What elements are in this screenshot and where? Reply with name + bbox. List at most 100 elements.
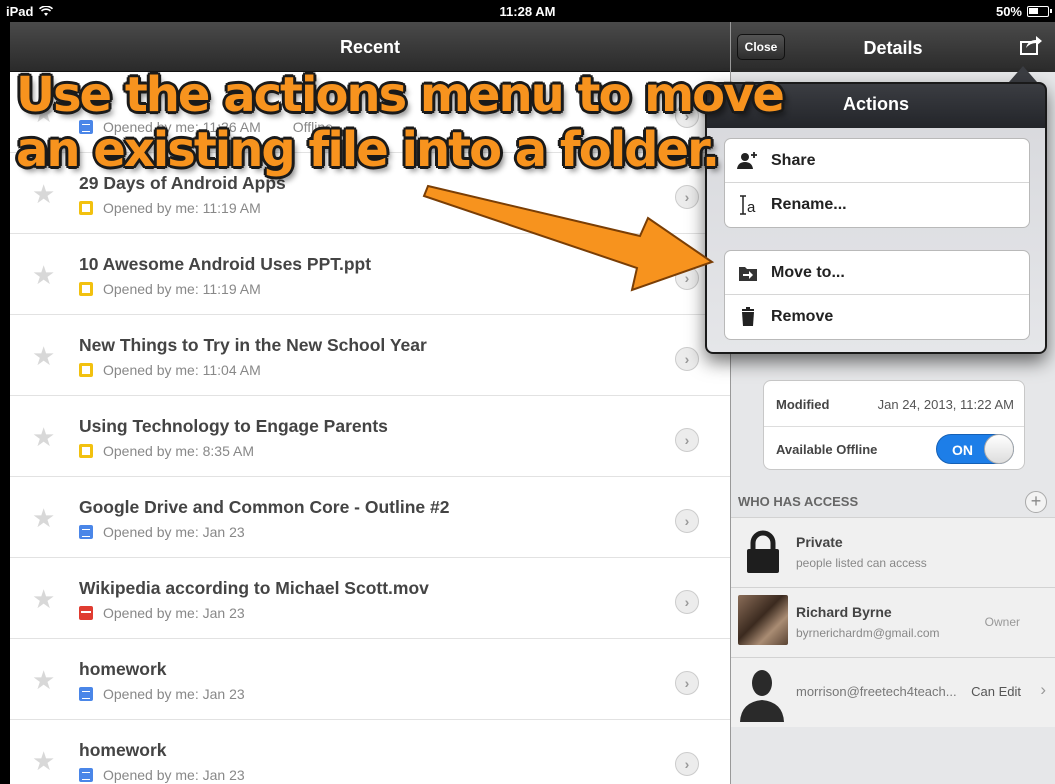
access-row-owner[interactable]: Richard Byrne byrnerichardm@gmail.com Ow… bbox=[731, 587, 1055, 657]
person-silhouette-icon bbox=[740, 670, 784, 722]
star-icon[interactable]: ★ bbox=[32, 505, 55, 531]
owner-role: Owner bbox=[984, 615, 1020, 629]
status-bar: iPad 11:28 AM 50% bbox=[0, 0, 1055, 22]
offline-label: Available Offline bbox=[776, 442, 878, 457]
actions-group-2: Move to... Remove bbox=[724, 250, 1030, 340]
slide-file-icon bbox=[79, 444, 93, 458]
modified-value: Jan 24, 2013, 11:22 AM bbox=[877, 397, 1014, 412]
row-detail-chevron-icon[interactable]: › bbox=[675, 671, 699, 695]
annotation-text: Use the actions menu to move an existing… bbox=[16, 67, 785, 178]
opened-time: Opened by me: Jan 23 bbox=[103, 605, 245, 621]
file-meta: Opened by me: 11:04 AM bbox=[79, 362, 261, 378]
row-detail-chevron-icon[interactable]: › bbox=[675, 185, 699, 209]
star-icon[interactable]: ★ bbox=[32, 667, 55, 693]
lock-icon bbox=[747, 530, 779, 573]
rename-label: Rename... bbox=[771, 196, 847, 213]
file-row[interactable]: ★ homework Opened by me: Jan 23 › bbox=[10, 720, 730, 784]
file-title: homework bbox=[79, 740, 167, 760]
file-title: Wikipedia according to Michael Scott.mov bbox=[79, 578, 429, 598]
opened-time: Opened by me: 11:04 AM bbox=[103, 362, 261, 378]
opened-time: Opened by me: Jan 23 bbox=[103, 524, 245, 540]
move-to-action[interactable]: Move to... bbox=[725, 251, 1029, 295]
private-sub: people listed can access bbox=[796, 556, 927, 570]
file-properties: Modified Jan 24, 2013, 11:22 AM Availabl… bbox=[763, 380, 1025, 470]
file-row[interactable]: ★ Google Drive and Common Core - Outline… bbox=[10, 477, 730, 558]
file-row[interactable]: ★ Wikipedia according to Michael Scott.m… bbox=[10, 558, 730, 639]
slide-file-icon bbox=[79, 201, 93, 215]
file-row[interactable]: ★ Using Technology to Engage Parents Ope… bbox=[10, 396, 730, 477]
remove-label: Remove bbox=[771, 308, 834, 325]
file-meta: Opened by me: Jan 23 bbox=[79, 605, 245, 621]
share-icon[interactable] bbox=[1019, 34, 1043, 56]
file-row[interactable]: ★ New Things to Try in the New School Ye… bbox=[10, 315, 730, 396]
opened-time: Opened by me: 8:35 AM bbox=[103, 443, 254, 459]
move-folder-icon bbox=[739, 267, 757, 281]
file-meta: Opened by me: 11:19 AM bbox=[79, 281, 261, 297]
owner-name: Richard Byrne bbox=[796, 604, 892, 620]
status-right: 50% bbox=[996, 4, 1052, 19]
private-label: Private bbox=[796, 534, 843, 550]
file-meta: Opened by me: Jan 23 bbox=[79, 686, 245, 702]
file-row[interactable]: ★ homework Opened by me: Jan 23 › bbox=[10, 639, 730, 720]
file-title: homework bbox=[79, 659, 167, 679]
editor-email: morrison@freetech4teach... bbox=[796, 684, 957, 699]
opened-time: Opened by me: Jan 23 bbox=[103, 686, 245, 702]
file-title: New Things to Try in the New School Year bbox=[79, 335, 427, 355]
doc-file-icon bbox=[79, 525, 93, 539]
slide-file-icon bbox=[79, 282, 93, 296]
opened-time: Opened by me: 11:19 AM bbox=[103, 200, 261, 216]
toggle-label: ON bbox=[952, 442, 973, 458]
battery-icon bbox=[1027, 6, 1052, 17]
recent-navbar: Recent bbox=[10, 22, 730, 72]
owner-email: byrnerichardm@gmail.com bbox=[796, 626, 940, 640]
video-file-icon bbox=[79, 606, 93, 620]
file-title: Google Drive and Common Core - Outline #… bbox=[79, 497, 450, 517]
file-meta: Opened by me: 8:35 AM bbox=[79, 443, 254, 459]
star-icon[interactable]: ★ bbox=[32, 343, 55, 369]
modified-label: Modified bbox=[776, 397, 830, 412]
file-meta: Opened by me: Jan 23 bbox=[79, 524, 245, 540]
editor-role: Can Edit bbox=[971, 684, 1021, 699]
file-title: Using Technology to Engage Parents bbox=[79, 416, 388, 436]
clock: 11:28 AM bbox=[499, 4, 556, 19]
details-navbar: Close Details bbox=[731, 22, 1055, 72]
row-detail-chevron-icon[interactable]: › bbox=[675, 590, 699, 614]
rename-icon: a bbox=[740, 195, 756, 216]
svg-text:a: a bbox=[747, 199, 756, 216]
slide-file-icon bbox=[79, 363, 93, 377]
details-title: Details bbox=[863, 38, 923, 58]
star-icon[interactable]: ★ bbox=[32, 262, 55, 288]
star-icon[interactable]: ★ bbox=[32, 586, 55, 612]
file-meta: Opened by me: Jan 23 bbox=[79, 767, 245, 783]
offline-toggle[interactable]: ON bbox=[936, 434, 1014, 464]
remove-action[interactable]: Remove bbox=[725, 295, 1029, 339]
popover-arrow bbox=[1009, 66, 1037, 82]
row-detail-chevron-icon[interactable]: › bbox=[675, 428, 699, 452]
rename-action[interactable]: a Rename... bbox=[725, 183, 1029, 227]
row-detail-chevron-icon[interactable]: › bbox=[675, 347, 699, 371]
add-person-button[interactable]: + bbox=[1025, 491, 1047, 513]
access-row-private: Private people listed can access bbox=[731, 517, 1055, 587]
file-meta: Opened by me: 11:19 AM bbox=[79, 200, 261, 216]
row-detail-chevron-icon[interactable]: › bbox=[675, 266, 699, 290]
doc-file-icon bbox=[79, 687, 93, 701]
row-detail-chevron-icon[interactable]: › bbox=[675, 509, 699, 533]
doc-file-icon bbox=[79, 768, 93, 782]
who-has-access-header: WHO HAS ACCESS bbox=[738, 494, 859, 509]
star-icon[interactable]: ★ bbox=[32, 181, 55, 207]
opened-time: Opened by me: 11:19 AM bbox=[103, 281, 261, 297]
opened-time: Opened by me: Jan 23 bbox=[103, 767, 245, 783]
trash-icon bbox=[742, 307, 754, 326]
annotation-line-1: Use the actions menu to move bbox=[16, 67, 785, 123]
move-to-label: Move to... bbox=[771, 264, 845, 281]
file-row[interactable]: ★ 10 Awesome Android Uses PPT.ppt Opened… bbox=[10, 234, 730, 315]
toggle-knob bbox=[984, 434, 1014, 464]
access-row-editor[interactable]: morrison@freetech4teach... Can Edit › bbox=[731, 657, 1055, 727]
recent-title: Recent bbox=[339, 37, 401, 57]
row-detail-chevron-icon[interactable]: › bbox=[675, 752, 699, 776]
owner-avatar bbox=[738, 595, 788, 645]
star-icon[interactable]: ★ bbox=[32, 424, 55, 450]
annotation-line-2: an existing file into a folder. bbox=[16, 122, 720, 178]
file-list: ★ Opened by me: 11:26 AM Offline › ★ 29 … bbox=[10, 72, 730, 784]
star-icon[interactable]: ★ bbox=[32, 748, 55, 774]
